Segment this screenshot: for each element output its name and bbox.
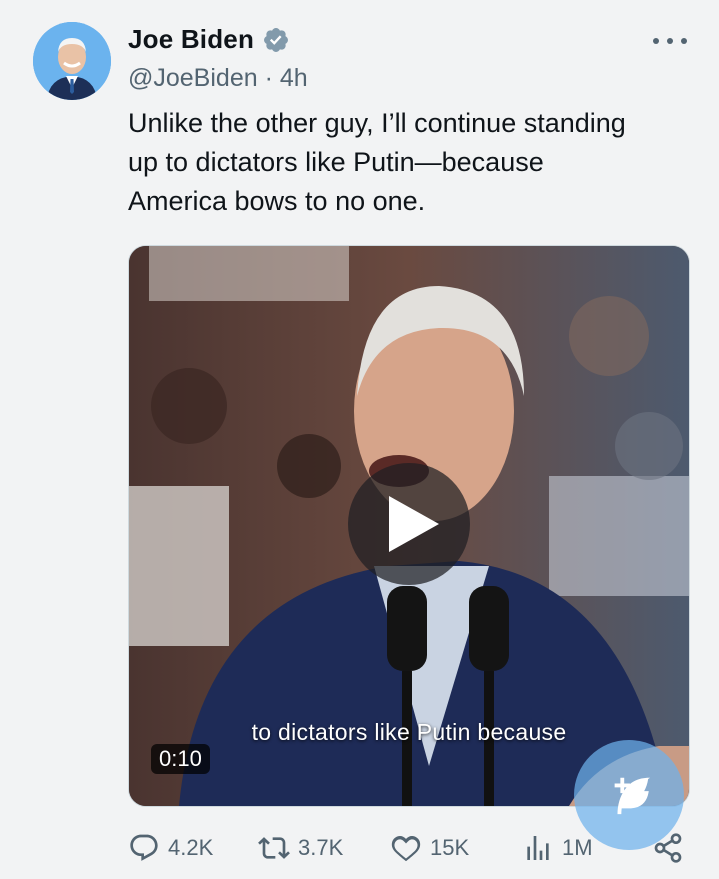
- play-button[interactable]: [348, 463, 470, 585]
- reply-count: 4.2K: [168, 835, 214, 860]
- compose-button[interactable]: [574, 740, 684, 850]
- views-chart-icon: [527, 836, 549, 860]
- tweet-text: Unlike the other guy, I’ll continue stan…: [128, 104, 698, 221]
- views-button[interactable]: 1M: [522, 832, 593, 864]
- tweet-card[interactable]: Joe Biden @JoeBiden · 4h Unlike the othe…: [0, 0, 719, 879]
- video-player[interactable]: to dictators like Putin because 0:10: [128, 245, 690, 807]
- repost-icon: [258, 837, 290, 859]
- video-caption: to dictators like Putin because: [251, 719, 567, 745]
- avatar[interactable]: [33, 22, 111, 100]
- tweet-text-line: up to dictators like Putin—because: [128, 147, 544, 177]
- repost-button[interactable]: 3.7K: [258, 832, 343, 864]
- video-duration: 0:10: [151, 744, 210, 774]
- view-count: 1M: [562, 835, 593, 860]
- compose-icon: [614, 777, 651, 815]
- heart-icon: [391, 835, 421, 862]
- tweet-text-line: America bows to no one.: [128, 186, 426, 216]
- reply-button[interactable]: 4.2K: [128, 832, 213, 864]
- reply-icon: [130, 834, 158, 861]
- author-name[interactable]: Joe Biden: [128, 24, 254, 55]
- verified-badge-icon[interactable]: [262, 26, 290, 54]
- repost-count: 3.7K: [298, 835, 344, 860]
- tweet-text-line: Unlike the other guy, I’ll continue stan…: [128, 108, 626, 138]
- like-button[interactable]: 15K: [390, 832, 469, 864]
- avatar-image: [33, 22, 111, 100]
- like-count: 15K: [430, 835, 470, 860]
- more-options-icon[interactable]: [653, 28, 687, 54]
- play-icon: [389, 496, 439, 552]
- handle-and-time[interactable]: @JoeBiden · 4h: [128, 64, 308, 93]
